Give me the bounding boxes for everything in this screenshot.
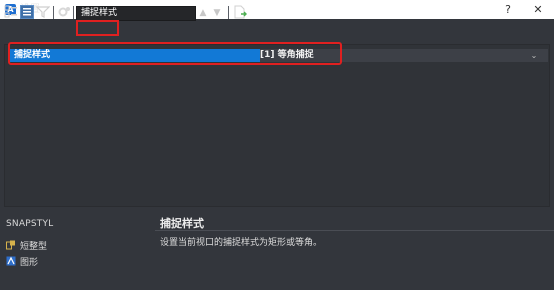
alphabetical-view-icon[interactable] [20,5,34,19]
toolbar-separator [228,6,229,19]
divider [155,230,554,231]
attribute-scope-label: 图形 [20,258,39,268]
toolbar-separator [53,6,54,19]
search-highlight-box [76,20,119,36]
chevron-down-icon[interactable]: ⌄ [528,49,540,62]
variable-name: SNAPSTYL [6,219,54,229]
categorized-view-icon[interactable] [4,5,18,19]
settings-icon[interactable] [57,5,71,19]
help-button[interactable]: ? [500,2,516,17]
row-highlight-box [8,42,342,65]
move-down-icon[interactable]: ▼ [212,7,222,19]
attribute-type: 短整型 [6,240,47,253]
export-icon[interactable] [233,5,247,19]
drawing-icon [6,256,16,266]
description-text: 设置当前视口的捕捉样式为矩形或等角。 [160,238,323,248]
properties-panel [4,44,550,207]
filter-icon[interactable] [36,5,50,19]
close-button[interactable]: ✕ [530,2,546,17]
attribute-scope: 图形 [6,256,38,269]
description-title: 捕捉样式 [160,217,204,230]
move-up-icon[interactable]: ▲ [198,7,208,19]
integer-type-icon [6,240,16,250]
attribute-type-label: 短整型 [20,242,48,252]
search-input[interactable] [76,6,196,21]
toolbar-separator [73,6,74,19]
